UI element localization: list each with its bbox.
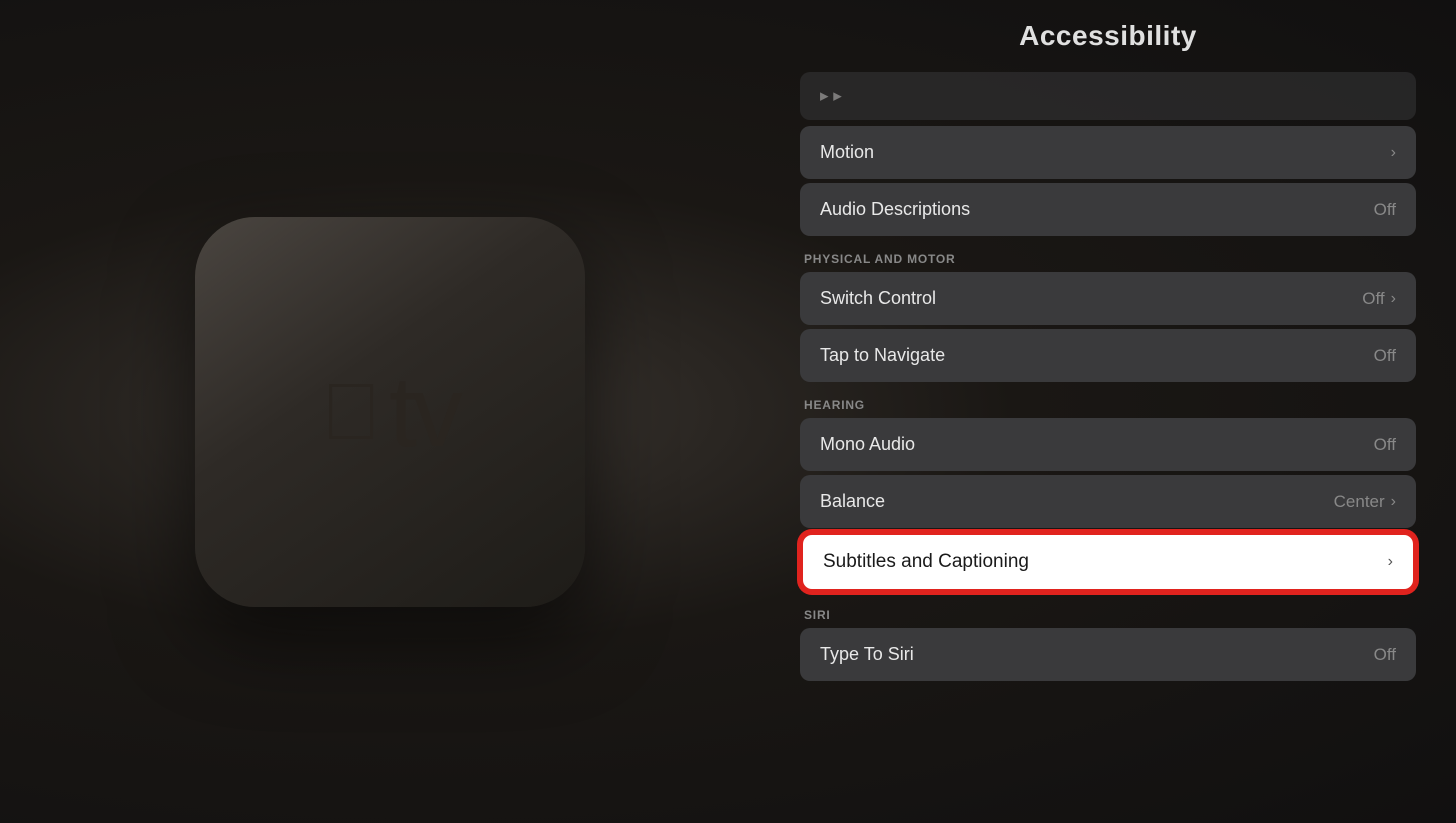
tap-to-navigate-value: Off <box>1374 346 1396 366</box>
audio-descriptions-status: Off <box>1374 200 1396 220</box>
balance-chevron-icon: › <box>1391 493 1396 511</box>
switch-control-label: Switch Control <box>820 288 936 309</box>
audio-descriptions-value: Off <box>1374 200 1396 220</box>
mono-audio-status: Off <box>1374 435 1396 455</box>
switch-control-right: Off › <box>1362 289 1396 309</box>
motion-right: › <box>1391 144 1396 162</box>
tv-text-label: tv <box>389 362 459 462</box>
balance-value: Center <box>1334 492 1385 512</box>
switch-control-chevron-icon: › <box>1391 290 1396 308</box>
menu-item-motion[interactable]: Motion › <box>800 126 1416 179</box>
section-hearing: HEARING <box>800 386 1416 418</box>
menu-item-balance[interactable]: Balance Center › <box>800 475 1416 528</box>
mono-audio-label: Mono Audio <box>820 434 915 455</box>
motion-label: Motion <box>820 142 874 163</box>
audio-descriptions-label: Audio Descriptions <box>820 199 970 220</box>
type-to-siri-status: Off <box>1374 645 1396 665</box>
type-to-siri-label: Type To Siri <box>820 644 914 665</box>
menu-item-switch-control[interactable]: Switch Control Off › <box>800 272 1416 325</box>
scrolled-above-item: ▸ ▸ <box>800 72 1416 120</box>
scrolled-label: ▸ ▸ <box>820 86 842 106</box>
apple-logo-icon:  <box>321 372 381 452</box>
balance-label: Balance <box>820 491 885 512</box>
subtitles-captioning-chevron-icon: › <box>1388 553 1393 571</box>
section-siri: SIRI <box>800 596 1416 628</box>
right-panel: Accessibility ▸ ▸ Motion › Audio Descrip… <box>780 0 1456 823</box>
subtitles-captioning-right: › <box>1388 553 1393 571</box>
motion-chevron-icon: › <box>1391 144 1396 162</box>
menu-item-type-to-siri[interactable]: Type To Siri Off <box>800 628 1416 681</box>
tap-to-navigate-status: Off <box>1374 346 1396 366</box>
mono-audio-value: Off <box>1374 435 1396 455</box>
type-to-siri-value: Off <box>1374 645 1396 665</box>
section-physical-motor: PHYSICAL AND MOTOR <box>800 240 1416 272</box>
menu-item-tap-to-navigate[interactable]: Tap to Navigate Off <box>800 329 1416 382</box>
apple-tv-device-image:  tv <box>195 217 585 607</box>
menu-item-mono-audio[interactable]: Mono Audio Off <box>800 418 1416 471</box>
left-panel:  tv <box>0 0 780 823</box>
balance-right: Center › <box>1334 492 1396 512</box>
apple-tv-logo:  tv <box>321 362 459 462</box>
subtitles-captioning-label: Subtitles and Captioning <box>823 551 1029 573</box>
page-title: Accessibility <box>800 20 1416 52</box>
tap-to-navigate-label: Tap to Navigate <box>820 345 945 366</box>
menu-item-subtitles-captioning[interactable]: Subtitles and Captioning › <box>800 532 1416 592</box>
switch-control-status: Off <box>1362 289 1384 309</box>
menu-item-audio-descriptions[interactable]: Audio Descriptions Off <box>800 183 1416 236</box>
